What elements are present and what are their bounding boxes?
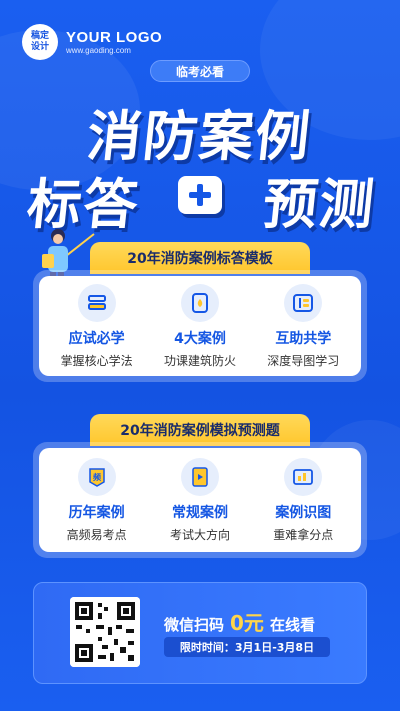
logo-url: www.gaoding.com bbox=[66, 46, 131, 55]
logo-badge-line1: 稿定 bbox=[30, 31, 49, 41]
feature-subtitle: 深度导图学习 bbox=[267, 353, 340, 368]
feature-item[interactable]: 常规案例 考试大方向 bbox=[150, 457, 250, 543]
cta-text: 微信扫码 0元 在线看 bbox=[164, 607, 315, 636]
logo-badge: 稿定 设计 bbox=[22, 24, 58, 60]
feature-item[interactable]: 4大案例 功课建筑防火 bbox=[150, 283, 250, 369]
feature-title: 4大案例 bbox=[174, 330, 226, 347]
cta-panel: 微信扫码 0元 在线看 限时时间：3月1日-3月8日 bbox=[33, 582, 367, 684]
qr-code[interactable] bbox=[70, 597, 140, 667]
play-document-icon bbox=[180, 457, 219, 496]
logo-badge-line2: 设计 bbox=[30, 42, 49, 52]
cta-price: 0元 bbox=[230, 611, 264, 635]
feature-title: 应试必学 bbox=[68, 330, 125, 347]
feature-item[interactable]: 案例识图 重难拿分点 bbox=[253, 457, 353, 543]
feature-subtitle: 功课建筑防火 bbox=[163, 353, 236, 368]
feature-title: 互助共学 bbox=[275, 330, 332, 347]
brand-logo[interactable]: 稿定 设计 YOUR LOGO www.gaoding.com bbox=[22, 24, 162, 60]
feature-subtitle: 重难拿分点 bbox=[273, 527, 334, 542]
flame-icon bbox=[180, 283, 219, 322]
must-see-badge: 临考必看 bbox=[150, 60, 250, 82]
cta-prefix: 微信扫码 bbox=[164, 616, 225, 634]
feature-item[interactable]: 频 历年案例 高频易考点 bbox=[47, 457, 147, 543]
feature-title: 常规案例 bbox=[171, 504, 228, 521]
logo-name: YOUR LOGO bbox=[66, 29, 163, 46]
time-limit-badge: 限时时间：3月1日-3月8日 bbox=[164, 637, 330, 657]
logo-text: YOUR LOGO www.gaoding.com bbox=[66, 29, 162, 55]
section1-card: 应试必学 掌握核心学法 4大案例 功课建筑防火 互助共学 深度导图学习 bbox=[33, 270, 367, 382]
books-icon bbox=[77, 283, 116, 322]
frequency-badge-icon: 频 bbox=[77, 457, 116, 496]
feature-subtitle: 掌握核心学法 bbox=[60, 353, 133, 368]
chart-icon bbox=[284, 457, 323, 496]
feature-title: 案例识图 bbox=[275, 504, 332, 521]
headline-right: 预测 bbox=[260, 173, 379, 236]
feature-subtitle: 高频易考点 bbox=[66, 527, 127, 542]
plus-icon bbox=[178, 176, 222, 214]
frequency-glyph: 频 bbox=[93, 472, 101, 482]
feature-item[interactable]: 应试必学 掌握核心学法 bbox=[47, 283, 147, 369]
cta-suffix: 在线看 bbox=[269, 616, 315, 634]
feature-subtitle: 考试大方向 bbox=[169, 527, 230, 542]
feature-item[interactable]: 互助共学 深度导图学习 bbox=[253, 283, 353, 369]
section2-card: 频 历年案例 高频易考点 常规案例 考试大方向 案例识图 重难拿分点 bbox=[33, 442, 367, 558]
feature-title: 历年案例 bbox=[68, 504, 125, 521]
mindmap-icon bbox=[284, 283, 323, 322]
